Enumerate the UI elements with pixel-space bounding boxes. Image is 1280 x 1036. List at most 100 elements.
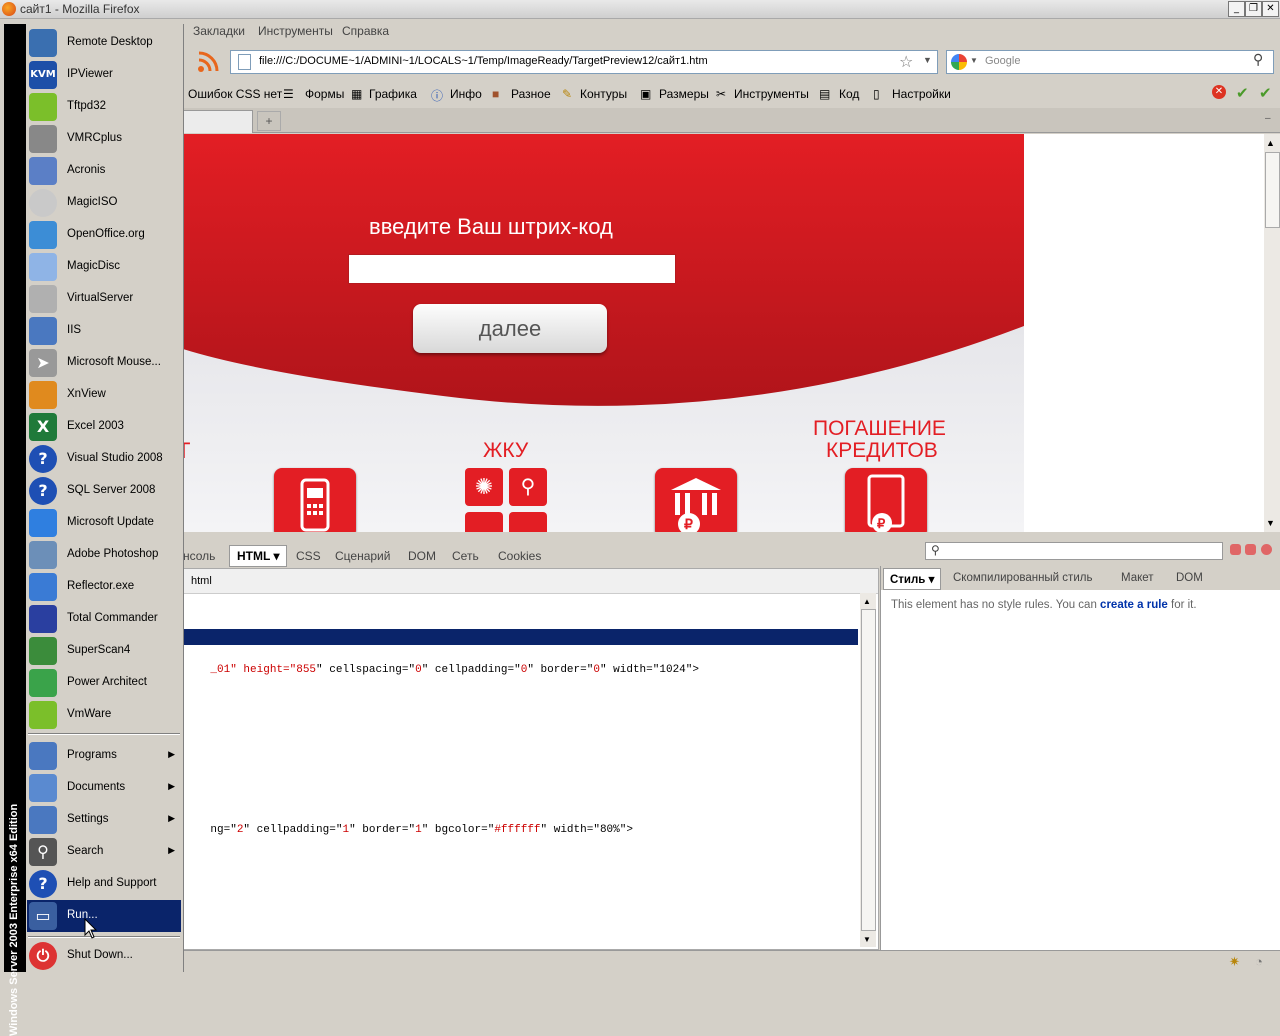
menu-bookmarks[interactable]: Закладки <box>193 24 245 38</box>
tab-computed-style[interactable]: Скомпилированный стиль <box>953 572 1092 584</box>
minimize-button[interactable]: _ <box>1228 1 1245 17</box>
menu-tools[interactable]: Инструменты <box>258 24 333 38</box>
menu-item-label: Programs <box>67 749 117 761</box>
scroll-down-arrow[interactable]: ▼ <box>863 935 871 944</box>
html-panel-scrollbar[interactable]: ▲ ▼ <box>860 593 876 947</box>
close-button[interactable]: ✕ <box>1262 1 1279 17</box>
search-icon[interactable]: ⚲ <box>1253 52 1263 68</box>
barcode-input[interactable] <box>348 254 676 284</box>
validation-check-icon-2[interactable]: ✔ <box>1259 84 1272 102</box>
maximize-button[interactable]: ❐ <box>1245 1 1262 17</box>
pinned-item-5[interactable]: MagicISO <box>27 187 181 219</box>
pinned-item-16[interactable]: Adobe Photoshop <box>27 539 181 571</box>
search-engine-dropdown[interactable]: ▼ <box>970 56 978 65</box>
pinned-item-1[interactable]: KVM IPViewer <box>27 59 181 91</box>
firebug-status-icon[interactable]: ✷ <box>1229 954 1245 969</box>
tab-style[interactable]: Стиль ▾ <box>883 568 942 590</box>
system-item-settings[interactable]: Settings ▶ <box>27 804 181 836</box>
next-button[interactable]: далее <box>413 304 607 353</box>
scroll-thumb[interactable] <box>861 609 876 931</box>
pinned-item-19[interactable]: SuperScan4 <box>27 635 181 667</box>
pinned-item-11[interactable]: XnView <box>27 379 181 411</box>
breadcrumb-html[interactable]: html <box>191 575 212 587</box>
scroll-up-arrow[interactable]: ▲ <box>863 597 871 606</box>
tab-style-dom[interactable]: DOM <box>1176 572 1203 584</box>
tab-dom[interactable]: DOM <box>408 549 436 563</box>
bank-icon[interactable]: ₽ <box>655 468 737 532</box>
chevron-down-icon[interactable]: ▼ <box>923 55 932 65</box>
bookmark-star-icon[interactable]: ☆ <box>899 52 913 71</box>
pinned-item-17[interactable]: Reflector.exe <box>27 571 181 603</box>
scroll-down-arrow[interactable]: ▼ <box>1266 518 1275 528</box>
system-item-shut-down[interactable]: ⏻ Shut Down... <box>27 940 181 972</box>
toolbar-info[interactable]: Инфо <box>450 87 482 101</box>
scroll-thumb[interactable] <box>1265 152 1280 228</box>
pinned-item-8[interactable]: VirtualServer <box>27 283 181 315</box>
loan-document-icon[interactable]: ₽ <box>845 468 927 532</box>
system-item-help-and-support[interactable]: ? Help and Support <box>27 868 181 900</box>
pinned-item-12[interactable]: X Excel 2003 <box>27 411 181 443</box>
search-bar[interactable]: ▼ Google ⚲ <box>946 50 1274 74</box>
utilities-icon-grid[interactable]: ✺ ⚲ <box>465 468 549 532</box>
toolbar-forms[interactable]: Формы <box>305 87 344 101</box>
tab-net[interactable]: Сеть <box>452 549 479 563</box>
toolbar-resize[interactable]: Размеры <box>659 87 709 101</box>
tab-site1[interactable] <box>183 110 253 133</box>
toolbar-images[interactable]: Графика <box>369 87 417 101</box>
firebug-minimize-button[interactable] <box>1230 544 1241 555</box>
pinned-item-21[interactable]: VmWare <box>27 699 181 731</box>
tab-list-button[interactable]: – <box>1265 113 1271 124</box>
validation-check-icon[interactable]: ✔ <box>1236 84 1249 102</box>
error-status-icon[interactable]: ✕ <box>1212 85 1226 99</box>
mobile-phone-icon[interactable] <box>274 468 356 532</box>
pinned-item-14[interactable]: ? SQL Server 2008 <box>27 475 181 507</box>
tab-console[interactable]: нсоль <box>183 549 215 563</box>
html-breadcrumb: html <box>184 569 878 594</box>
pinned-item-20[interactable]: Power Architect <box>27 667 181 699</box>
server-icon <box>29 285 57 313</box>
tab-script[interactable]: Сценарий <box>335 549 390 563</box>
firebug-close-button[interactable] <box>1261 544 1272 555</box>
new-tab-button[interactable]: + <box>257 111 281 131</box>
pinned-item-0[interactable]: Remote Desktop <box>27 27 181 59</box>
scroll-up-arrow[interactable]: ▲ <box>1266 138 1275 148</box>
pinned-item-6[interactable]: OpenOffice.org <box>27 219 181 251</box>
create-rule-link[interactable]: create a rule <box>1100 599 1168 611</box>
toolbar-tools[interactable]: Инструменты <box>734 87 809 101</box>
firebug-detach-button[interactable] <box>1245 544 1256 555</box>
toolbar-options[interactable]: Настройки <box>892 87 951 101</box>
pinned-item-18[interactable]: Total Commander <box>27 603 181 635</box>
system-item-programs[interactable]: Programs ▶ <box>27 740 181 772</box>
pinned-item-2[interactable]: Tftpd32 <box>27 91 181 123</box>
pinned-item-10[interactable]: ➤ Microsoft Mouse... <box>27 347 181 379</box>
tab-layout[interactable]: Макет <box>1121 572 1154 584</box>
pinned-item-4[interactable]: Acronis <box>27 155 181 187</box>
tab-strip: + – <box>183 108 1280 133</box>
pinned-item-9[interactable]: IIS <box>27 315 181 347</box>
css-errors-item[interactable]: Ошибок CSS нет <box>188 87 282 101</box>
pinned-item-7[interactable]: MagicDisc <box>27 251 181 283</box>
page-vertical-scrollbar[interactable]: ▲ ▼ <box>1264 134 1280 532</box>
search-input[interactable]: Google <box>985 55 1020 67</box>
tab-cookies[interactable]: Cookies <box>498 549 541 563</box>
google-icon[interactable] <box>951 54 967 70</box>
pinned-item-13[interactable]: ? Visual Studio 2008 <box>27 443 181 475</box>
firebug-search-input[interactable]: ⚲ <box>925 542 1223 560</box>
tab-css[interactable]: CSS <box>296 549 321 563</box>
code-line-selected[interactable]: " marginheight="0" bgcolor="#ffffff" top… <box>184 629 858 659</box>
menu-help[interactable]: Справка <box>342 24 389 38</box>
toolbar-misc[interactable]: Разное <box>511 87 551 101</box>
pinned-item-3[interactable]: VMRCplus <box>27 123 181 155</box>
code-line[interactable]: ng="2" cellpadding="1" border="1" bgcolo… <box>184 806 633 854</box>
system-item-documents[interactable]: Documents ▶ <box>27 772 181 804</box>
tab-html[interactable]: HTML ▾ <box>229 545 288 567</box>
system-item-run[interactable]: ▭ Run... <box>27 900 181 932</box>
feed-status-icon[interactable]: ◔ <box>1255 954 1271 969</box>
toolbar-code[interactable]: Код <box>839 87 859 101</box>
code-line[interactable]: _01" height="855" cellspacing="0" cellpa… <box>184 646 699 694</box>
rss-icon[interactable] <box>196 50 220 74</box>
toolbar-outline[interactable]: Контуры <box>580 87 627 101</box>
pinned-item-15[interactable]: Microsoft Update <box>27 507 181 539</box>
system-item-search[interactable]: ⚲ Search ▶ <box>27 836 181 868</box>
url-bar[interactable]: file:///C:/DOCUME~1/ADMINI~1/LOCALS~1/Te… <box>230 50 938 74</box>
